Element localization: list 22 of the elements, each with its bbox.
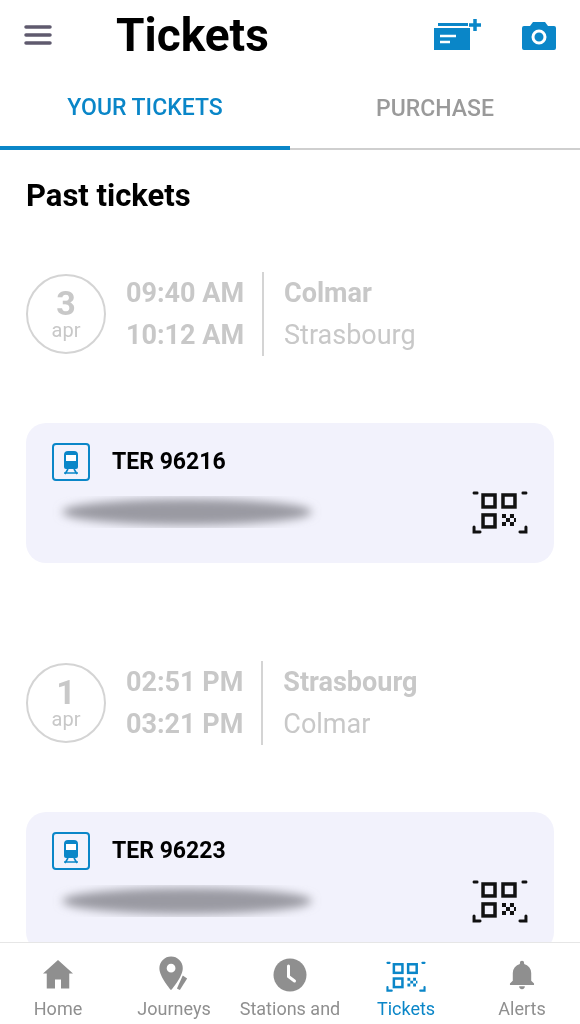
nav-item[interactable]: Tickets [348,943,464,1024]
qr-code-icon [386,960,426,993]
train-icon [52,832,90,870]
train-icon [52,443,90,481]
add-ticket-icon[interactable] [434,18,482,52]
section-title: Past tickets [25,176,192,214]
menu-icon[interactable] [24,24,52,46]
qr-code-icon [472,878,528,924]
nav-item[interactable]: Alerts [464,943,580,1024]
camera-icon[interactable] [522,20,556,50]
train-number: TER 96223 [112,835,226,866]
ticket-card[interactable]: TER 96223 [26,812,554,942]
nav-item[interactable]: Journeys [116,943,232,1024]
qr-code-icon [472,489,528,535]
page-title: Tickets [116,12,269,58]
nav-item[interactable]: Stations and [232,943,348,1024]
train-number: TER 96216 [112,446,226,477]
nav-item[interactable]: Home [0,943,116,1024]
clock-icon [272,957,308,993]
tab[interactable]: PURCHASE [290,70,580,150]
tab[interactable]: YOUR TICKETS [0,70,290,150]
ticket-card[interactable]: TER 96216 [26,423,554,563]
